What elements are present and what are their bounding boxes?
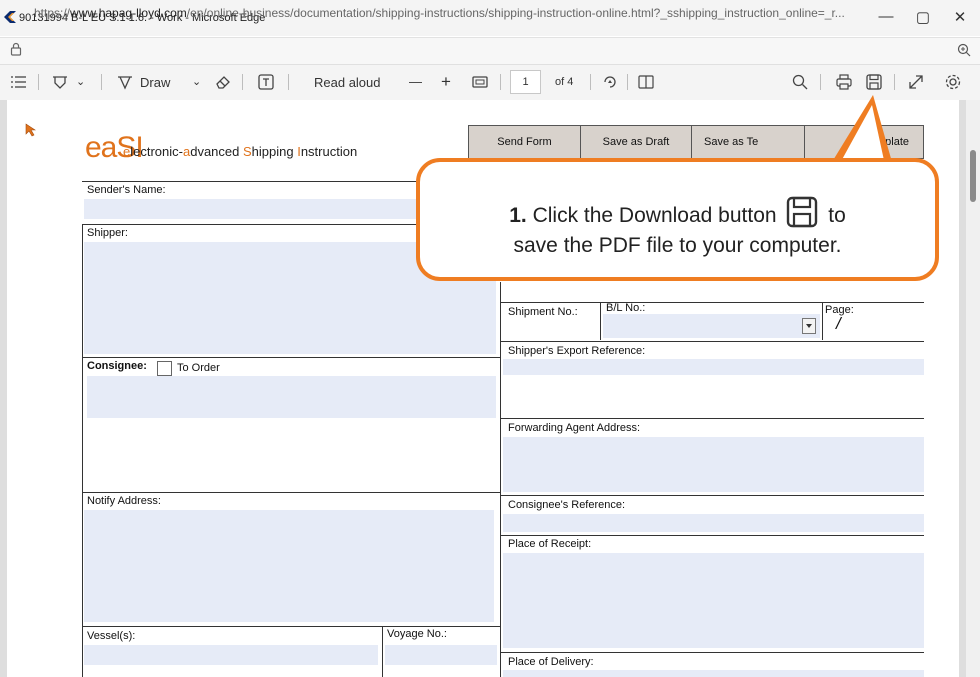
- place-of-delivery-label: Place of Delivery:: [508, 656, 594, 668]
- page-total-label: of 4: [555, 76, 574, 88]
- save-download-icon: [787, 196, 818, 228]
- print-icon[interactable]: [836, 74, 852, 90]
- callout-text: 1. Click the Download button to save the…: [418, 196, 937, 261]
- toolbar-separator: [500, 74, 501, 90]
- zoom-in-button[interactable]: +: [441, 72, 451, 92]
- save-download-icon[interactable]: [866, 74, 882, 90]
- toolbar-separator: [101, 74, 102, 90]
- export-reference-field[interactable]: [503, 359, 924, 375]
- gear-icon[interactable]: [944, 73, 962, 91]
- place-of-receipt-field[interactable]: [503, 553, 924, 648]
- divider: [82, 492, 500, 493]
- highlight-icon[interactable]: [52, 74, 68, 90]
- bl-no-label: B/L No.:: [606, 302, 646, 314]
- page-number-input[interactable]: 1: [510, 70, 541, 94]
- callout-text-a: Click the Download button: [532, 204, 777, 227]
- callout-text-b: to: [828, 204, 846, 227]
- tagline-part: hipping: [251, 144, 298, 159]
- divider: [500, 418, 924, 419]
- bl-no-dropdown[interactable]: [603, 314, 820, 338]
- to-order-checkbox[interactable]: [157, 361, 172, 376]
- divider: [382, 626, 383, 677]
- zoom-indicator-icon[interactable]: [957, 43, 971, 57]
- eraser-icon[interactable]: [215, 74, 231, 90]
- address-bar[interactable]: [0, 37, 980, 64]
- toolbar-separator: [590, 74, 591, 90]
- url-path: /en/online-business/documentation/shippi…: [186, 6, 845, 20]
- url-text[interactable]: https://www.hapag-lloyd.com/en/online-bu…: [34, 6, 944, 20]
- bl-no-dropdown-arrow[interactable]: [802, 318, 816, 334]
- toolbar-separator: [627, 74, 628, 90]
- forwarding-agent-label: Forwarding Agent Address:: [508, 422, 641, 434]
- consignee-reference-label: Consignee's Reference:: [508, 499, 626, 511]
- divider: [82, 626, 500, 627]
- voyage-no-label: Voyage No.:: [387, 628, 447, 640]
- page-view-icon[interactable]: [638, 74, 654, 90]
- search-icon[interactable]: [792, 74, 808, 90]
- consignee-field[interactable]: [87, 376, 496, 418]
- expand-icon[interactable]: [908, 74, 924, 90]
- notify-address-label: Notify Address:: [87, 495, 161, 507]
- hapag-lloyd-favicon-icon: [4, 11, 16, 23]
- text-box-icon[interactable]: [258, 74, 274, 90]
- send-form-button[interactable]: Send Form: [468, 125, 581, 159]
- consignee-reference-field[interactable]: [503, 514, 924, 532]
- tagline-part: nstruction: [300, 144, 358, 159]
- save-as-draft-button[interactable]: Save as Draft: [580, 125, 692, 159]
- draw-dropdown-chevron-icon[interactable]: ⌄: [192, 75, 201, 88]
- tagline-part: lectronic-: [130, 144, 183, 159]
- divider: [822, 302, 823, 340]
- callout-text-c: save the PDF file to your computer.: [513, 234, 842, 257]
- mouse-cursor-icon: [25, 123, 36, 137]
- draw-icon[interactable]: [117, 74, 133, 90]
- divider: [500, 535, 924, 536]
- place-of-receipt-label: Place of Receipt:: [508, 538, 592, 550]
- place-of-delivery-field[interactable]: [503, 670, 924, 677]
- voyage-no-field[interactable]: [385, 645, 497, 665]
- forwarding-agent-field[interactable]: [503, 437, 924, 492]
- divider: [500, 341, 924, 342]
- divider: [82, 357, 500, 358]
- page-slash: /: [836, 314, 841, 333]
- draw-button[interactable]: Draw: [140, 75, 170, 90]
- to-order-label: To Order: [177, 362, 220, 374]
- tagline-part: S: [242, 144, 252, 159]
- easi-logo-tagline: electronic-advanced Shipping Instruction: [123, 144, 357, 159]
- url-prefix: https://: [34, 6, 71, 20]
- vessel-label: Vessel(s):: [87, 630, 136, 642]
- toolbar-separator: [288, 74, 289, 90]
- shipment-no-label: Shipment No.:: [508, 306, 578, 318]
- callout-step-number: 1.: [509, 204, 527, 227]
- vessel-field[interactable]: [84, 645, 378, 665]
- shipper-label: Shipper:: [87, 227, 128, 239]
- highlight-dropdown-chevron-icon[interactable]: ⌄: [76, 75, 85, 88]
- sender-name-label: Sender's Name:: [87, 184, 166, 196]
- load-template-button[interactable]: Template: [804, 125, 924, 159]
- divider: [82, 224, 83, 677]
- scrollbar-thumb[interactable]: [970, 150, 976, 202]
- export-reference-label: Shipper's Export Reference:: [508, 345, 646, 357]
- toolbar-separator: [38, 74, 39, 90]
- fit-page-icon[interactable]: [472, 74, 488, 90]
- save-as-template-button[interactable]: Save as Te: [691, 125, 805, 159]
- divider: [500, 652, 924, 653]
- url-domain: www.hapag-lloyd.com: [70, 6, 187, 20]
- zoom-out-button[interactable]: —: [409, 74, 422, 89]
- lock-icon[interactable]: [10, 42, 22, 56]
- tagline-part: dvanced: [190, 144, 243, 159]
- toolbar-separator: [242, 74, 243, 90]
- chevron-down-icon: [806, 324, 812, 328]
- divider: [500, 302, 924, 303]
- consignee-label: Consignee:: [87, 360, 147, 372]
- toolbar-separator: [820, 74, 821, 90]
- rotate-icon[interactable]: [602, 74, 618, 90]
- divider: [500, 495, 924, 496]
- close-button[interactable]: ✕: [945, 8, 975, 26]
- contents-icon[interactable]: [11, 75, 27, 89]
- toolbar-separator: [894, 74, 895, 90]
- notify-address-field[interactable]: [84, 510, 494, 622]
- read-aloud-button[interactable]: Read aloud: [314, 75, 381, 90]
- divider: [600, 302, 601, 340]
